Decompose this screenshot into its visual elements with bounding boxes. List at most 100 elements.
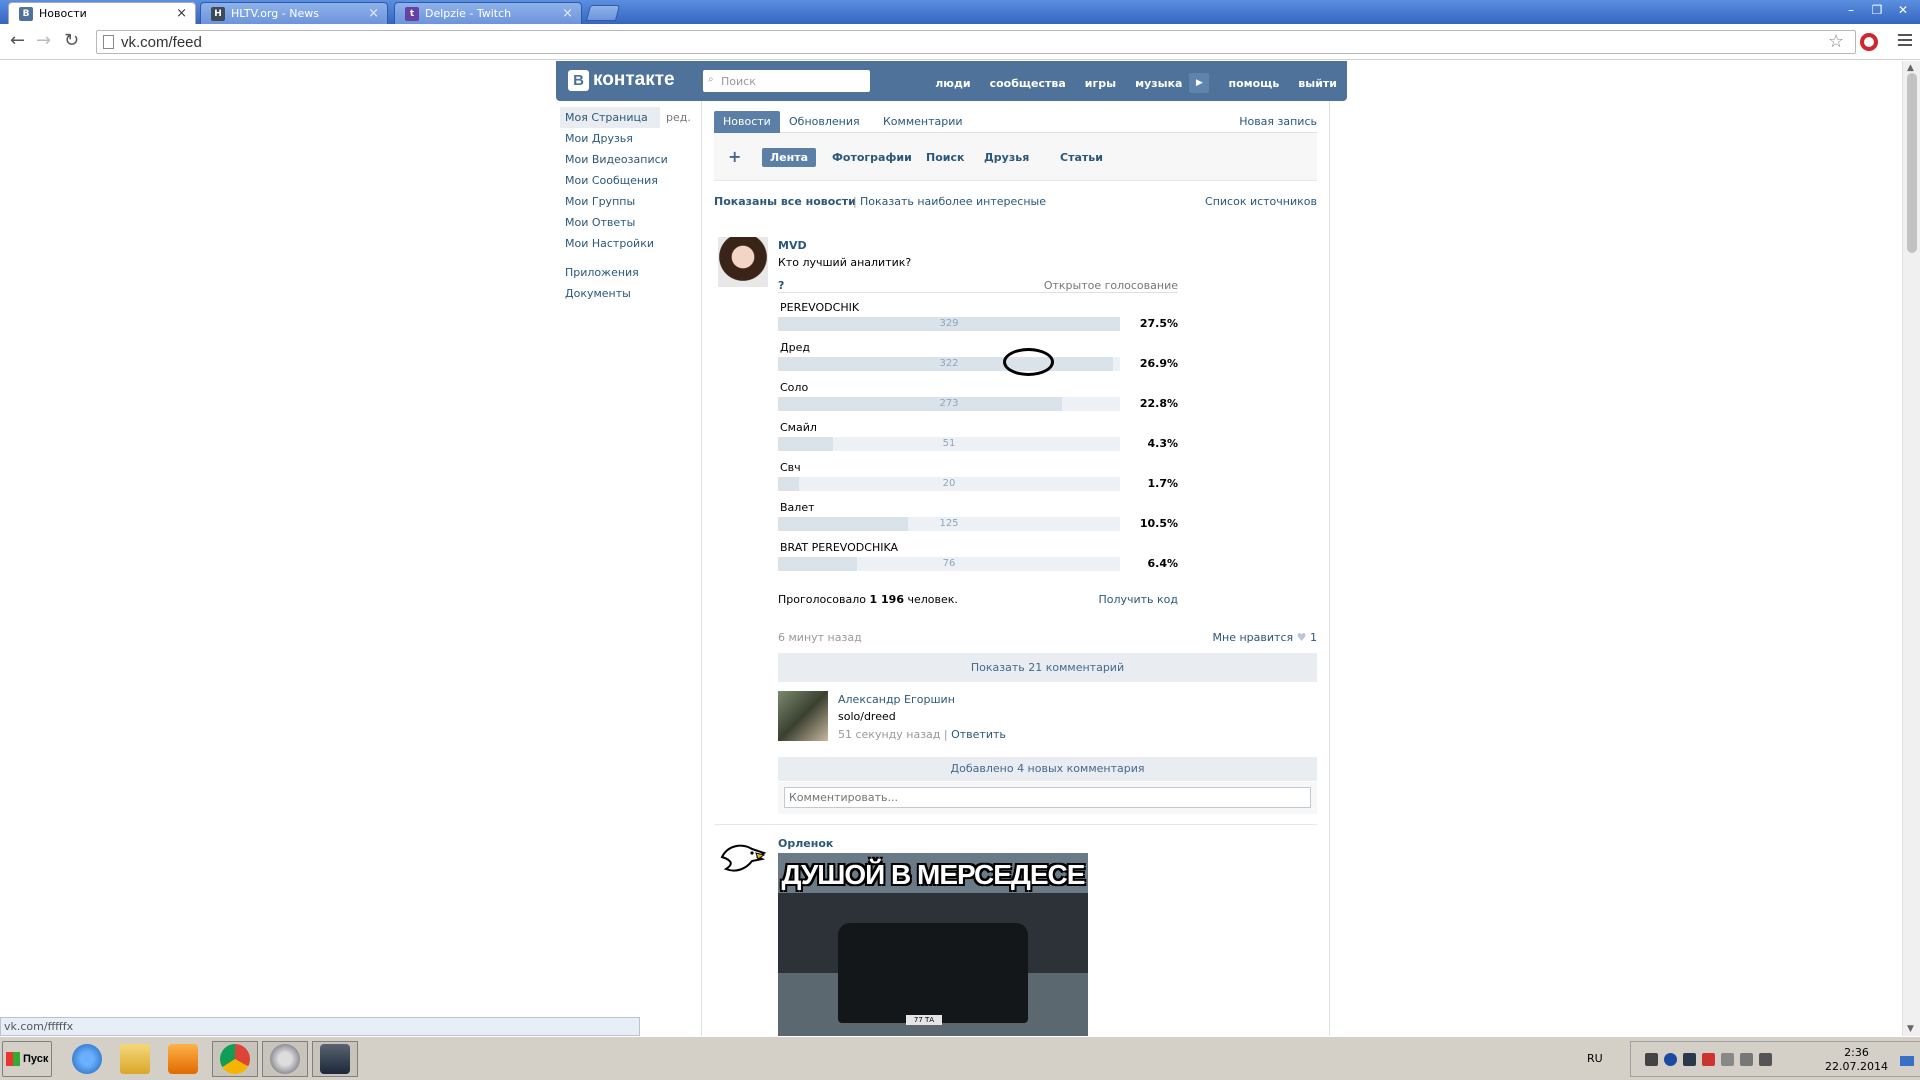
voted-suffix: человек.: [907, 593, 958, 606]
sidebar-item-my-page[interactable]: Моя Страница: [560, 107, 660, 128]
taskbar-steam[interactable]: [312, 1041, 358, 1077]
tray-shield-icon[interactable]: [1702, 1053, 1715, 1066]
nav-games[interactable]: игры: [1085, 77, 1116, 90]
tray-volume-icon[interactable]: [1759, 1053, 1772, 1066]
edit-link[interactable]: ред.: [666, 107, 691, 128]
comment-meta: 51 секунду назад | Ответить: [838, 728, 1006, 741]
sidebar-item-messages[interactable]: Мои Сообщения: [560, 170, 700, 191]
taskbar-media-player[interactable]: [160, 1041, 206, 1077]
avatar[interactable]: [778, 691, 828, 741]
page-scrollbar[interactable]: ▲ ▼: [1902, 61, 1920, 1036]
chrome-menu-icon[interactable]: [1898, 34, 1912, 49]
tab-news[interactable]: Новости: [714, 111, 780, 133]
poll-option[interactable]: Валет 125 10.5%: [778, 501, 1178, 541]
meme-image[interactable]: 77 ТА ДУШОЙ В МЕРСЕДЕСЕ: [778, 853, 1088, 1036]
taskbar-chrome[interactable]: [212, 1041, 258, 1077]
reply-link[interactable]: Ответить: [951, 728, 1006, 741]
sidebar-item-answers[interactable]: Мои Ответы: [560, 212, 700, 233]
nav-logout[interactable]: выйти: [1298, 77, 1337, 90]
bookmark-star-icon[interactable]: ☆: [1828, 31, 1844, 52]
show-interesting-link[interactable]: Показать наиболее интересные: [860, 195, 1046, 208]
address-bar[interactable]: vk.com/feed: [96, 30, 1856, 54]
tray-app-icon[interactable]: [1664, 1053, 1677, 1066]
show-desktop-button[interactable]: [1900, 1056, 1914, 1066]
scrollbar-thumb[interactable]: [1907, 73, 1917, 253]
tab-comments[interactable]: Комментарии: [874, 111, 972, 133]
close-window-icon[interactable]: ✕: [1892, 2, 1914, 18]
close-icon[interactable]: ×: [562, 7, 573, 20]
new-comments-bar[interactable]: Добавлено 4 новых комментария: [778, 757, 1317, 781]
show-comments-button[interactable]: Показать 21 комментарий: [778, 653, 1317, 682]
new-post-link[interactable]: Новая запись: [1239, 111, 1317, 132]
nav-people[interactable]: люди: [935, 77, 970, 90]
tray-network-icon[interactable]: [1740, 1053, 1753, 1066]
tab-vk-news[interactable]: В Новости ×: [8, 2, 196, 24]
clock-date: 22.07.2014: [1825, 1060, 1888, 1073]
comment-author[interactable]: Александр Егоршин: [838, 693, 955, 706]
tray-arrow-icon[interactable]: [1645, 1053, 1658, 1066]
nav-communities[interactable]: сообщества: [990, 77, 1066, 90]
filter-friends[interactable]: Друзья: [976, 148, 1037, 167]
filter-feed[interactable]: Лента: [762, 148, 816, 167]
comment-time[interactable]: 51 секунду назад: [838, 728, 940, 741]
vk-logo[interactable]: В контакте: [568, 69, 675, 91]
nav-help[interactable]: помощь: [1228, 77, 1279, 90]
restore-icon[interactable]: ❐: [1866, 2, 1888, 18]
play-icon[interactable]: ▶: [1189, 73, 1210, 93]
tab-title: Новости: [39, 7, 87, 20]
post-author[interactable]: Орленок: [778, 837, 833, 850]
avatar[interactable]: [718, 835, 768, 885]
post-author[interactable]: MVD: [778, 239, 807, 252]
minimize-icon[interactable]: –: [1840, 2, 1862, 18]
sidebar-item-apps[interactable]: Приложения: [560, 262, 700, 283]
filter-search[interactable]: Поиск: [918, 148, 972, 167]
close-icon[interactable]: ×: [368, 7, 379, 20]
like-button[interactable]: Мне нравится ♥ 1: [1213, 631, 1317, 644]
forward-arrow-icon[interactable]: →: [36, 32, 51, 50]
reload-icon[interactable]: ↻: [64, 32, 79, 50]
poll-option[interactable]: PEREVODCHIK 329 27.5%: [778, 301, 1178, 341]
opera-extension-icon[interactable]: [1860, 33, 1878, 51]
sidebar-item-friends[interactable]: Мои Друзья: [560, 128, 700, 149]
tab-updates[interactable]: Обновления: [780, 111, 869, 133]
back-arrow-icon[interactable]: ←: [10, 32, 25, 50]
poll-option[interactable]: Смайл 51 4.3%: [778, 421, 1178, 461]
poll-option[interactable]: Свч 20 1.7%: [778, 461, 1178, 501]
poll-bar: 125: [778, 517, 1120, 531]
taskbar-explorer[interactable]: [112, 1041, 158, 1077]
start-button[interactable]: Пуск: [2, 1041, 52, 1077]
scroll-up-icon[interactable]: ▲: [1907, 63, 1914, 73]
sources-list-link[interactable]: Список источников: [1205, 195, 1317, 208]
poll-option[interactable]: Соло 273 22.8%: [778, 381, 1178, 421]
tab-hltv[interactable]: H HLTV.org - News ×: [200, 2, 388, 24]
comment-input[interactable]: [784, 787, 1311, 808]
get-code-link[interactable]: Получить код: [1098, 593, 1178, 606]
sidebar-item-settings[interactable]: Мои Настройки: [560, 233, 700, 254]
poll-percent: 22.8%: [1139, 397, 1178, 410]
new-tab-button[interactable]: [585, 5, 621, 21]
system-clock[interactable]: 2:36 22.07.2014: [1825, 1046, 1888, 1074]
show-all-news[interactable]: Показаны все новости: [714, 195, 856, 208]
close-icon[interactable]: ×: [176, 7, 187, 20]
sidebar-item-videos[interactable]: Мои Видеозаписи: [560, 149, 700, 170]
taskbar-teamspeak[interactable]: [262, 1041, 308, 1077]
language-indicator[interactable]: RU: [1587, 1052, 1603, 1065]
add-filter-icon[interactable]: +: [728, 147, 741, 166]
filter-photos[interactable]: Фотографии: [824, 148, 920, 167]
vk-search-input[interactable]: ⌕ Поиск: [703, 70, 870, 92]
poll-option[interactable]: BRAT PEREVODCHIKA 76 6.4%: [778, 541, 1178, 581]
nav-music[interactable]: музыка: [1135, 77, 1182, 90]
filter-articles[interactable]: Статьи: [1052, 148, 1111, 167]
post-time[interactable]: 6 минут назад: [778, 631, 862, 644]
avatar[interactable]: [718, 237, 768, 287]
poll-percent: 26.9%: [1139, 357, 1178, 370]
sidebar-item-documents[interactable]: Документы: [560, 283, 700, 304]
scroll-down-icon[interactable]: ▼: [1907, 1024, 1914, 1034]
tray-device-icon[interactable]: [1721, 1053, 1734, 1066]
poll-option[interactable]: Дред 322 26.9%: [778, 341, 1178, 381]
tab-twitch[interactable]: t Delpzie - Twitch ×: [394, 2, 582, 24]
sidebar-item-groups[interactable]: Мои Группы: [560, 191, 700, 212]
taskbar-ie[interactable]: [64, 1041, 110, 1077]
tray-steam-icon[interactable]: [1683, 1053, 1696, 1066]
poll-option-label: Валет: [780, 501, 815, 514]
